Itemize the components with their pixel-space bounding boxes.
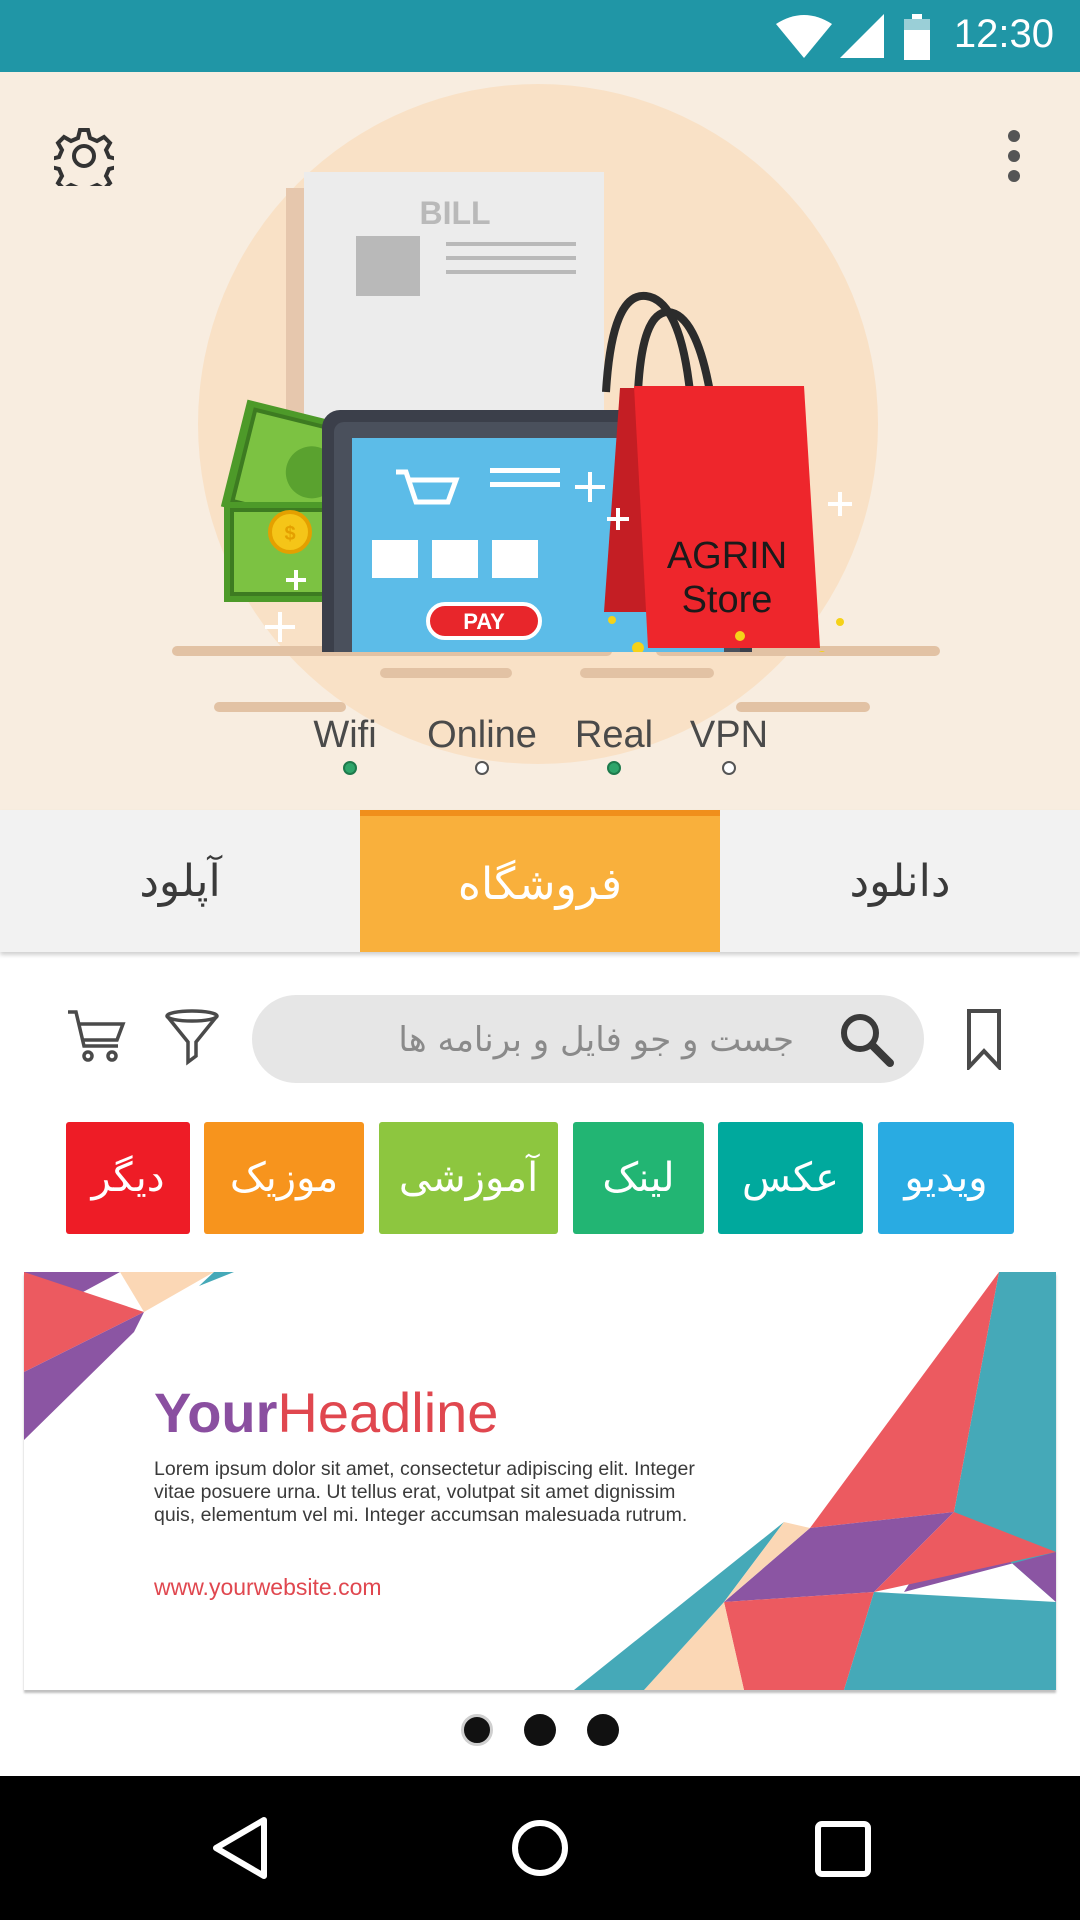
settings-gear-icon[interactable] bbox=[54, 126, 114, 186]
category-music[interactable]: موزیک bbox=[204, 1122, 364, 1234]
bag-label-line1: AGRIN bbox=[667, 535, 787, 577]
tab-upload[interactable]: آپلود bbox=[0, 810, 360, 952]
banner-body-text: Lorem ipsum dolor sit amet, consectetur … bbox=[154, 1458, 695, 1526]
tab-download[interactable]: دانلود bbox=[720, 810, 1080, 952]
status-dot-online bbox=[475, 761, 489, 775]
promo-banner[interactable]: YourHeadline Lorem ipsum dolor sit amet,… bbox=[24, 1272, 1056, 1690]
category-photo[interactable]: عکس bbox=[718, 1122, 863, 1234]
bag-label-line2: Store bbox=[682, 579, 773, 621]
bill-label: BILL bbox=[419, 195, 490, 231]
banner-headline-part1: Your bbox=[154, 1381, 278, 1444]
category-other[interactable]: دیگر bbox=[66, 1122, 190, 1234]
search-input[interactable] bbox=[292, 995, 796, 1085]
status-dot-real bbox=[607, 761, 621, 775]
carousel-dot-2[interactable] bbox=[524, 1714, 556, 1746]
category-video[interactable]: ویدیو bbox=[878, 1122, 1014, 1234]
status-label-online: Online bbox=[427, 714, 537, 756]
status-time: 12:30 bbox=[953, 12, 1054, 56]
store-illustration: BILL $ $ PAY bbox=[220, 172, 852, 652]
home-icon[interactable] bbox=[510, 1818, 570, 1878]
status-label-wifi: Wifi bbox=[313, 714, 377, 756]
shelf-line bbox=[580, 668, 714, 678]
carousel-dot-1[interactable] bbox=[461, 1714, 493, 1746]
bookmark-icon[interactable] bbox=[966, 1008, 1002, 1070]
wifi-icon bbox=[776, 15, 832, 58]
filter-funnel-icon[interactable] bbox=[164, 1008, 220, 1066]
status-dot-vpn bbox=[722, 761, 736, 775]
banner-headline-part2: Headline bbox=[277, 1381, 499, 1444]
status-bar: 12:30 bbox=[0, 0, 1080, 72]
cart-icon[interactable] bbox=[66, 1008, 126, 1066]
signal-icon bbox=[840, 14, 884, 58]
shelf-line bbox=[736, 702, 870, 712]
pay-label: PAY bbox=[463, 609, 505, 634]
svg-text:$: $ bbox=[284, 523, 295, 545]
more-options-icon[interactable] bbox=[1002, 128, 1026, 184]
search-bar[interactable] bbox=[252, 995, 924, 1085]
tab-bar: آپلود فروشگاه دانلود bbox=[0, 810, 1080, 952]
hero-banner: BILL $ $ PAY bbox=[0, 72, 1080, 810]
shelf-line bbox=[214, 702, 346, 712]
status-dot-wifi bbox=[343, 761, 357, 775]
shelf-line bbox=[380, 668, 512, 678]
navigation-bar bbox=[0, 1776, 1080, 1920]
carousel-dot-3[interactable] bbox=[587, 1714, 619, 1746]
banner-headline: YourHeadline bbox=[154, 1380, 498, 1445]
battery-icon bbox=[904, 14, 930, 60]
category-education[interactable]: آموزشی bbox=[379, 1122, 558, 1234]
search-icon[interactable] bbox=[838, 1011, 894, 1067]
recent-apps-icon[interactable] bbox=[814, 1820, 872, 1878]
tab-store[interactable]: فروشگاه bbox=[360, 810, 720, 952]
status-label-vpn: VPN bbox=[689, 714, 769, 756]
status-label-real: Real bbox=[574, 714, 654, 756]
banner-url[interactable]: www.yourwebsite.com bbox=[154, 1574, 382, 1601]
category-link[interactable]: لینک bbox=[573, 1122, 704, 1234]
back-icon[interactable] bbox=[210, 1816, 270, 1880]
